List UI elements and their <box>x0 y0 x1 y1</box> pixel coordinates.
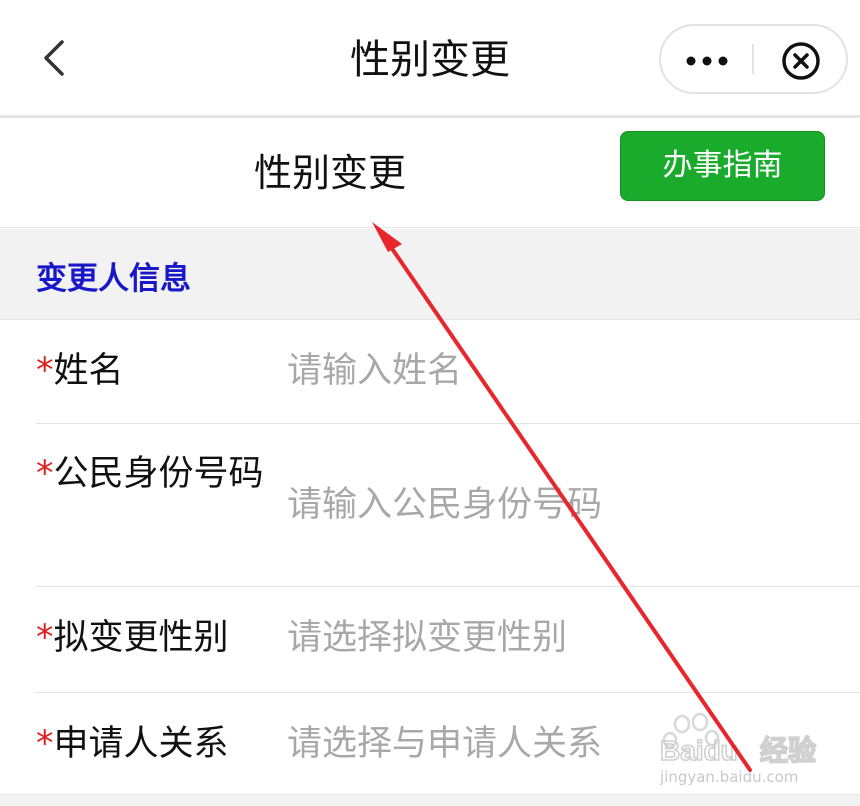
required-mark: * <box>36 724 54 764</box>
form-row-applicant-relation: *申请人关系 请选择与申请人关系 <box>0 693 860 794</box>
field-label-applicant-relation: *申请人关系 <box>36 720 271 768</box>
field-label-text: 申请人关系 <box>53 724 229 764</box>
required-mark: * <box>36 351 54 391</box>
bottom-band <box>0 794 860 806</box>
page-header: 性别变更 办事指南 <box>0 121 860 228</box>
capsule-divider <box>752 44 754 74</box>
form-row-target-gender: *拟变更性别 请选择拟变更性别 <box>0 587 860 693</box>
field-label-text: 拟变更性别 <box>53 618 229 658</box>
field-label-name: *姓名 <box>36 347 271 395</box>
form-row-id-number: *公民身份号码 <box>0 424 860 587</box>
guide-button[interactable]: 办事指南 <box>620 131 825 201</box>
mini-program-capsule <box>659 24 848 94</box>
more-dots-icon <box>686 56 728 66</box>
close-button[interactable] <box>761 26 847 92</box>
field-label-id-number: *公民身份号码 <box>36 450 271 498</box>
section-header: 变更人信息 <box>0 229 860 320</box>
more-button[interactable] <box>661 26 753 92</box>
target-gender-select[interactable]: 请选择拟变更性别 <box>287 614 567 662</box>
section-title: 变更人信息 <box>36 261 191 297</box>
field-label-text: 公民身份号码 <box>53 454 264 494</box>
name-input[interactable] <box>287 341 860 401</box>
close-circle-icon <box>782 42 820 80</box>
field-label-text: 姓名 <box>53 351 124 391</box>
field-label-target-gender: *拟变更性别 <box>36 614 271 662</box>
required-mark: * <box>36 454 54 494</box>
form-row-name: *姓名 <box>0 321 860 424</box>
navbar: 性别变更 <box>0 0 860 118</box>
applicant-relation-select[interactable]: 请选择与申请人关系 <box>287 720 602 768</box>
id-number-input[interactable] <box>287 475 860 535</box>
required-mark: * <box>36 618 54 658</box>
page-title: 性别变更 <box>253 151 406 195</box>
